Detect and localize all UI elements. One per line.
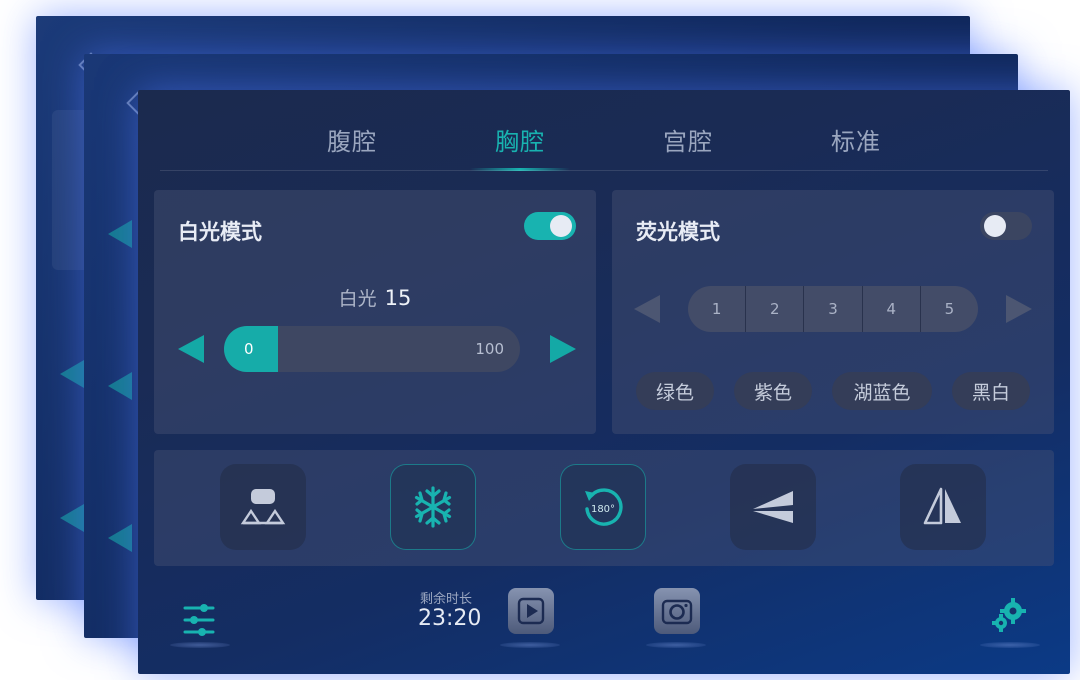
rotate-180-button[interactable]: 180° <box>560 464 646 550</box>
color-option-lake-blue[interactable]: 湖蓝色 <box>832 372 932 410</box>
color-option-purple[interactable]: 紫色 <box>734 372 812 410</box>
mode-tabs: 腹腔 胸腔 宫腔 标准 <box>138 90 1070 172</box>
level-option-4[interactable]: 4 <box>861 286 920 332</box>
toggle-knob <box>984 215 1006 237</box>
fluorescence-level-selector: 1 2 3 4 5 <box>688 286 978 332</box>
main-screen: 腹腔 胸腔 宫腔 标准 白光模式 白光 15 0 100 荧光模式 1 2 3 … <box>138 90 1070 674</box>
fluorescence-title: 荧光模式 <box>636 220 720 244</box>
play-icon <box>517 597 545 625</box>
white-light-value: 15 <box>384 286 412 310</box>
sliders-icon[interactable] <box>182 602 216 638</box>
tab-abdominal[interactable]: 腹腔 <box>292 122 412 157</box>
snowflake-icon <box>414 486 452 528</box>
mirror-icon <box>923 487 961 525</box>
ghost-left-arrow-icon <box>108 524 132 552</box>
remaining-time-label: 剩余时长 <box>420 592 473 607</box>
mirror-button[interactable] <box>900 464 986 550</box>
ghost-left-arrow-icon <box>108 220 132 248</box>
color-option-green[interactable]: 绿色 <box>636 372 714 410</box>
dock-glow <box>170 642 230 648</box>
tab-thoracic[interactable]: 胸腔 <box>460 122 580 157</box>
color-option-black-white[interactable]: 黑白 <box>952 372 1030 410</box>
play-button[interactable] <box>508 588 554 634</box>
fluorescence-panel: 荧光模式 1 2 3 4 5 绿色 紫色 湖蓝色 黑白 <box>612 190 1054 434</box>
rotate-label: 180° <box>591 504 615 515</box>
freeze-button[interactable] <box>390 464 476 550</box>
white-light-title: 白光模式 <box>178 220 262 244</box>
level-option-1[interactable]: 1 <box>688 286 745 332</box>
white-light-slider[interactable]: 0 100 <box>224 326 520 372</box>
toggle-knob <box>550 215 572 237</box>
decrease-arrow-icon[interactable] <box>178 335 204 363</box>
camera-button[interactable] <box>654 588 700 634</box>
image-flip-icon <box>240 489 286 525</box>
dock-glow <box>980 642 1040 648</box>
slider-min-label: 0 <box>244 340 254 358</box>
image-flip-button[interactable] <box>220 464 306 550</box>
wedge-icon <box>753 491 793 523</box>
white-light-panel: 白光模式 白光 15 0 100 <box>154 190 596 434</box>
dock-glow <box>500 642 560 648</box>
white-light-caption: 白光 15 <box>154 284 596 311</box>
tab-standard[interactable]: 标准 <box>796 122 916 157</box>
level-option-3[interactable]: 3 <box>803 286 861 332</box>
tab-divider <box>160 170 1048 171</box>
remaining-time-value: 23:20 <box>418 606 482 631</box>
ghost-left-arrow-icon <box>108 372 132 400</box>
increase-arrow-icon[interactable] <box>550 335 576 363</box>
tab-uterine[interactable]: 宫腔 <box>628 122 748 157</box>
ghost-left-arrow-icon <box>60 360 84 388</box>
slider-max-label: 100 <box>475 340 504 358</box>
white-light-toggle[interactable] <box>524 212 576 240</box>
level-option-5[interactable]: 5 <box>919 286 978 332</box>
dock-glow <box>646 642 706 648</box>
white-light-label: 白光 <box>338 288 377 310</box>
rotate-180-icon: 180° <box>585 488 623 526</box>
fluorescence-toggle[interactable] <box>980 212 1032 240</box>
bottom-bar: 剩余时长 23:20 <box>138 582 1070 674</box>
camera-icon <box>661 599 693 625</box>
ghost-left-arrow-icon <box>60 504 84 532</box>
level-prev-arrow-icon[interactable] <box>634 295 660 323</box>
tool-strip: 180° <box>154 450 1054 566</box>
settings-gear-icon[interactable] <box>990 596 1028 634</box>
level-option-2[interactable]: 2 <box>745 286 803 332</box>
wedge-button[interactable] <box>730 464 816 550</box>
level-next-arrow-icon[interactable] <box>1006 295 1032 323</box>
